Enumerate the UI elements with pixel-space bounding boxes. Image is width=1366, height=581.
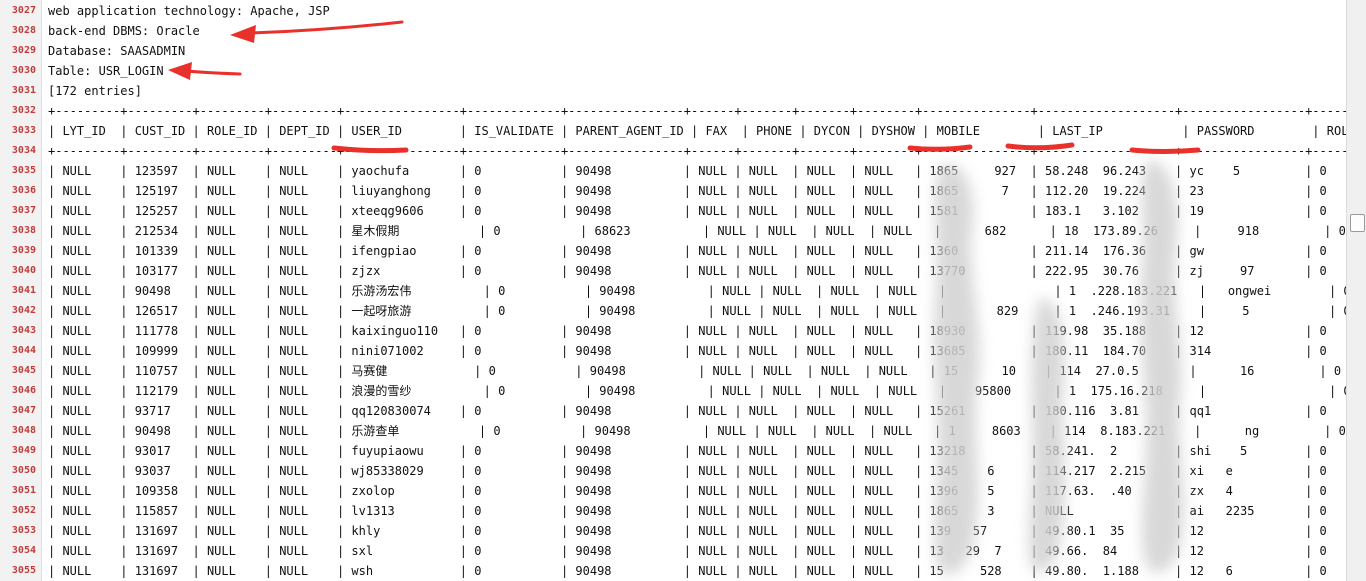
line-number: 3055 [11, 565, 36, 576]
line-text: Database: SAASADMIN [48, 44, 186, 58]
line-number: 3052 [11, 505, 36, 516]
line-number: 3044 [11, 345, 36, 356]
line-text: web application technology: Apache, JSP [48, 4, 330, 18]
editor-line: 3038 | NULL | 212534 | NULL | NULL | 星木假期… [0, 221, 1346, 241]
line-number: 3036 [11, 185, 36, 196]
line-number: 3030 [11, 65, 36, 76]
line-number: 3031 [11, 85, 36, 96]
line-text: | NULL | 131697 | NULL | NULL | wsh | 0 … [48, 564, 1346, 578]
line-text: | LYT_ID | CUST_ID | ROLE_ID | DEPT_ID |… [48, 124, 1346, 138]
line-text: back-end DBMS: Oracle [48, 24, 200, 38]
editor-line: 3032 +---------+---------+---------+-----… [0, 101, 1346, 121]
editor-line: 3041 | NULL | 90498 | NULL | NULL | 乐游汤宏伟… [0, 281, 1346, 301]
line-text: | NULL | 125197 | NULL | NULL | liuyangh… [48, 184, 1346, 198]
line-number: 3054 [11, 545, 36, 556]
line-text: [172 entries] [48, 84, 142, 98]
editor-line: 3036 | NULL | 125197 | NULL | NULL | liuy… [0, 181, 1346, 201]
line-text: | NULL | 93017 | NULL | NULL | fuyupiaow… [48, 444, 1346, 458]
line-text: | NULL | 103177 | NULL | NULL | zjzx | 0… [48, 264, 1346, 278]
editor-line: 3035 | NULL | 123597 | NULL | NULL | yaoc… [0, 161, 1346, 181]
editor-line: 3052 | NULL | 115857 | NULL | NULL | lv13… [0, 501, 1346, 521]
editor-line: 3043 | NULL | 111778 | NULL | NULL | kaix… [0, 321, 1346, 341]
line-text: Table: USR_LOGIN [48, 64, 164, 78]
line-text: | NULL | 126517 | NULL | NULL | 一起呀旅游 | … [48, 304, 1346, 318]
editor-line: 3045 | NULL | 110757 | NULL | NULL | 马赛健 … [0, 361, 1346, 381]
line-number: 3039 [11, 245, 36, 256]
editor-line: 3027 web application technology: Apache, … [0, 1, 1346, 21]
line-text: | NULL | 212534 | NULL | NULL | 星木假期 | 0… [48, 224, 1346, 238]
line-number: 3038 [11, 225, 36, 236]
line-text: | NULL | 115857 | NULL | NULL | lv1313 |… [48, 504, 1346, 518]
line-text: | NULL | 90498 | NULL | NULL | 乐游汤宏伟 | 0… [48, 284, 1346, 298]
line-text: | NULL | 110757 | NULL | NULL | 马赛健 | 0 … [48, 364, 1346, 378]
editor-line: 3055 | NULL | 131697 | NULL | NULL | wsh … [0, 561, 1346, 581]
editor-line: 3039 | NULL | 101339 | NULL | NULL | ifen… [0, 241, 1346, 261]
editor-line: 3044 | NULL | 109999 | NULL | NULL | nini… [0, 341, 1346, 361]
line-text: | NULL | 101339 | NULL | NULL | ifengpia… [48, 244, 1346, 258]
line-number: 3042 [11, 305, 36, 316]
line-number: 3032 [11, 105, 36, 116]
line-number: 3050 [11, 465, 36, 476]
line-text: | NULL | 93037 | NULL | NULL | wj8533802… [48, 464, 1346, 478]
line-number: 3040 [11, 265, 36, 276]
line-number: 3035 [11, 165, 36, 176]
editor-line: 3031 [172 entries] [0, 81, 1346, 101]
editor-line: 3046 | NULL | 112179 | NULL | NULL | 浪漫的雪… [0, 381, 1346, 401]
line-number: 3029 [11, 45, 36, 56]
editor-line: 3049 | NULL | 93017 | NULL | NULL | fuyup… [0, 441, 1346, 461]
editor-line: 3042 | NULL | 126517 | NULL | NULL | 一起呀旅… [0, 301, 1346, 321]
editor-line: 3047 | NULL | 93717 | NULL | NULL | qq120… [0, 401, 1346, 421]
editor-line: 3034 +---------+---------+---------+-----… [0, 141, 1346, 161]
line-number: 3045 [11, 365, 36, 376]
line-text: | NULL | 123597 | NULL | NULL | yaochufa… [48, 164, 1346, 178]
editor-line: 3028 back-end DBMS: Oracle [0, 21, 1346, 41]
line-number: 3041 [11, 285, 36, 296]
line-number: 3051 [11, 485, 36, 496]
editor-line: 3048 | NULL | 90498 | NULL | NULL | 乐游查单 … [0, 421, 1346, 441]
line-number: 3028 [11, 25, 36, 36]
scrollbar-thumb[interactable] [1350, 214, 1365, 232]
line-number: 3043 [11, 325, 36, 336]
line-number: 3033 [11, 125, 36, 136]
line-text: +---------+---------+---------+---------… [48, 104, 1346, 118]
editor-line: 3050 | NULL | 93037 | NULL | NULL | wj853… [0, 461, 1346, 481]
line-text: | NULL | 109999 | NULL | NULL | nini0710… [48, 344, 1346, 358]
line-text: | NULL | 112179 | NULL | NULL | 浪漫的雪纱 | … [48, 384, 1346, 398]
editor-line: 3037 | NULL | 125257 | NULL | NULL | xtee… [0, 201, 1346, 221]
line-number: 3053 [11, 525, 36, 536]
line-text: | NULL | 131697 | NULL | NULL | sxl | 0 … [48, 544, 1346, 558]
editor-line: 3030 Table: USR_LOGIN [0, 61, 1346, 81]
editor-line: 3053 | NULL | 131697 | NULL | NULL | khly… [0, 521, 1346, 541]
editor-line: 3033 | LYT_ID | CUST_ID | ROLE_ID | DEPT_… [0, 121, 1346, 141]
line-number: 3027 [11, 5, 36, 16]
editor-line: 3029 Database: SAASADMIN [0, 41, 1346, 61]
editor-line: 3051 | NULL | 109358 | NULL | NULL | zxol… [0, 481, 1346, 501]
line-text: | NULL | 125257 | NULL | NULL | xteeqg96… [48, 204, 1346, 218]
line-number: 3046 [11, 385, 36, 396]
line-text: | NULL | 109358 | NULL | NULL | zxolop |… [48, 484, 1346, 498]
vertical-scrollbar[interactable] [1346, 0, 1366, 581]
line-text: | NULL | 90498 | NULL | NULL | 乐游查单 | 0 … [48, 424, 1346, 438]
line-text: | NULL | 93717 | NULL | NULL | qq1208300… [48, 404, 1346, 418]
line-text: | NULL | 131697 | NULL | NULL | khly | 0… [48, 524, 1346, 538]
line-number: 3049 [11, 445, 36, 456]
line-text: +---------+---------+---------+---------… [48, 144, 1346, 158]
line-number: 3034 [11, 145, 36, 156]
line-number: 3048 [11, 425, 36, 436]
editor-line: 3054 | NULL | 131697 | NULL | NULL | sxl … [0, 541, 1346, 561]
editor-line: 3040 | NULL | 103177 | NULL | NULL | zjzx… [0, 261, 1346, 281]
text-editor[interactable]: 3027 web application technology: Apache, … [0, 0, 1346, 581]
line-number: 3047 [11, 405, 36, 416]
line-number: 3037 [11, 205, 36, 216]
line-text: | NULL | 111778 | NULL | NULL | kaixingu… [48, 324, 1346, 338]
